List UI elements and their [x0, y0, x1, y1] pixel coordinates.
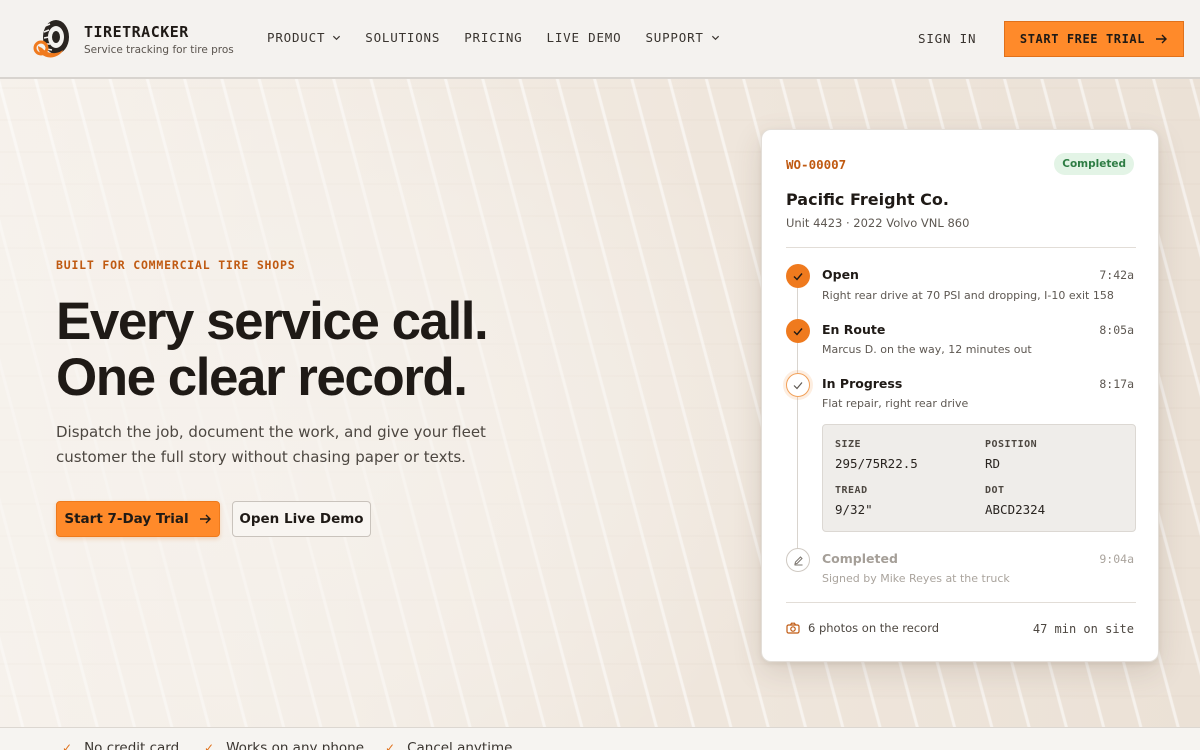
- step-description: Right rear drive at 70 PSI and dropping,…: [822, 289, 1114, 302]
- nav-item-solutions[interactable]: SOLUTIONS: [365, 30, 440, 45]
- vehicle-unit: Unit 4423 · 2022 Volvo VNL 860: [786, 216, 970, 230]
- spec-label-position: POSITION: [985, 439, 1038, 450]
- start-trial-label: Start 7-Day Trial: [64, 511, 189, 527]
- step-title: Open: [822, 267, 859, 282]
- brand-tagline: Service tracking for tire pros: [84, 43, 234, 56]
- check-icon: ✓: [204, 741, 215, 750]
- headline-line-2: One clear record.: [56, 348, 468, 407]
- site-header: TIRETRACKER Service tracking for tire pr…: [0, 0, 1200, 79]
- assurance-item: ✓ Works on any phone: [204, 740, 364, 750]
- hero-eyebrow: BUILT FOR COMMERCIAL TIRE SHOPS: [56, 258, 296, 272]
- step-description: Flat repair, right rear drive: [822, 397, 969, 410]
- brand-name: TIRETRACKER: [84, 22, 189, 41]
- nav-item-label: SOLUTIONS: [365, 30, 441, 45]
- sign-in-link[interactable]: SIGN IN: [918, 31, 976, 46]
- photo-count-label: 6 photos on the record: [808, 621, 940, 635]
- brand[interactable]: TIRETRACKER Service tracking for tire pr…: [32, 18, 234, 60]
- chevron-down-icon: [333, 35, 341, 41]
- open-live-demo-label: Open Live Demo: [239, 511, 364, 527]
- assurance-label: No credit card: [84, 740, 180, 750]
- step-title: In Progress: [822, 376, 903, 391]
- assurance-item: ✓ No credit card: [62, 740, 179, 750]
- check-icon: ✓: [62, 741, 73, 750]
- nav-item-label: PRICING: [464, 30, 523, 45]
- arrow-right-icon: [199, 514, 211, 524]
- tire-spec-panel: SIZE 295/75R22.5 POSITION RD TREAD 9/32"…: [822, 424, 1136, 532]
- nav-item-label: SUPPORT: [645, 30, 704, 45]
- headline-line-1: Every service call.: [56, 292, 489, 351]
- photo-count[interactable]: 6 photos on the record: [786, 621, 939, 635]
- assurance-label: Works on any phone: [226, 740, 365, 750]
- hero-subtext: Dispatch the job, document the work, and…: [56, 423, 486, 466]
- start-free-trial-label: START FREE TRIAL: [1019, 32, 1146, 46]
- assurance-strip: [0, 727, 1200, 750]
- start-free-trial-button[interactable]: START FREE TRIAL: [1004, 21, 1184, 57]
- step-time: 8:17a: [1099, 377, 1134, 391]
- open-live-demo-button[interactable]: Open Live Demo: [232, 501, 371, 537]
- check-icon: ✓: [385, 741, 396, 750]
- spec-value-tread: 9/32": [835, 502, 873, 517]
- hero-headline: Every service call. One clear record.: [56, 294, 696, 406]
- time-on-site: 47 min on site: [1032, 622, 1134, 636]
- spec-label-dot: DOT: [985, 485, 1005, 496]
- tire-logo-icon: [33, 20, 69, 58]
- check-icon: [786, 319, 810, 343]
- divider: [786, 247, 1136, 248]
- customer-name: Pacific Freight Co.: [786, 190, 949, 209]
- divider: [786, 602, 1136, 603]
- status-badge: Completed: [1054, 153, 1134, 175]
- check-icon: [786, 373, 810, 397]
- step-time: 9:04a: [1099, 552, 1134, 566]
- work-order-card: WO-00007 Completed Pacific Freight Co. U…: [761, 129, 1159, 662]
- step-title: Completed: [822, 551, 898, 566]
- step-title: En Route: [822, 322, 886, 337]
- step-time: 8:05a: [1099, 323, 1134, 337]
- step-description: Signed by Mike Reyes at the truck: [822, 572, 1010, 585]
- nav-item-support[interactable]: SUPPORT: [645, 30, 719, 45]
- step-description: Marcus D. on the way, 12 minutes out: [822, 343, 1032, 356]
- nav-item-live-demo[interactable]: LIVE DEMO: [547, 30, 622, 45]
- main-nav: PRODUCT SOLUTIONS PRICING LIVE DEMO SUPP…: [267, 30, 744, 45]
- chevron-down-icon: [711, 35, 719, 41]
- spec-value-position: RD: [985, 456, 1001, 471]
- spec-label-size: SIZE: [835, 439, 862, 450]
- start-trial-button[interactable]: Start 7-Day Trial: [56, 501, 220, 537]
- nav-item-pricing[interactable]: PRICING: [464, 30, 522, 45]
- arrow-right-icon: [1156, 34, 1168, 44]
- work-order-id: WO-00007: [786, 157, 847, 172]
- nav-item-product[interactable]: PRODUCT: [267, 30, 341, 45]
- check-icon: [786, 264, 810, 288]
- spec-label-tread: TREAD: [835, 485, 868, 496]
- nav-item-label: PRODUCT: [267, 30, 326, 45]
- nav-item-label: LIVE DEMO: [546, 30, 622, 45]
- pen-icon: [786, 548, 810, 572]
- step-time: 7:42a: [1099, 268, 1134, 282]
- assurance-item: ✓ Cancel anytime: [385, 740, 512, 750]
- camera-icon: [786, 622, 800, 634]
- spec-value-dot: ABCD2324: [985, 502, 1046, 517]
- spec-value-size: 295/75R22.5: [835, 456, 918, 471]
- assurance-label: Cancel anytime: [407, 740, 513, 750]
